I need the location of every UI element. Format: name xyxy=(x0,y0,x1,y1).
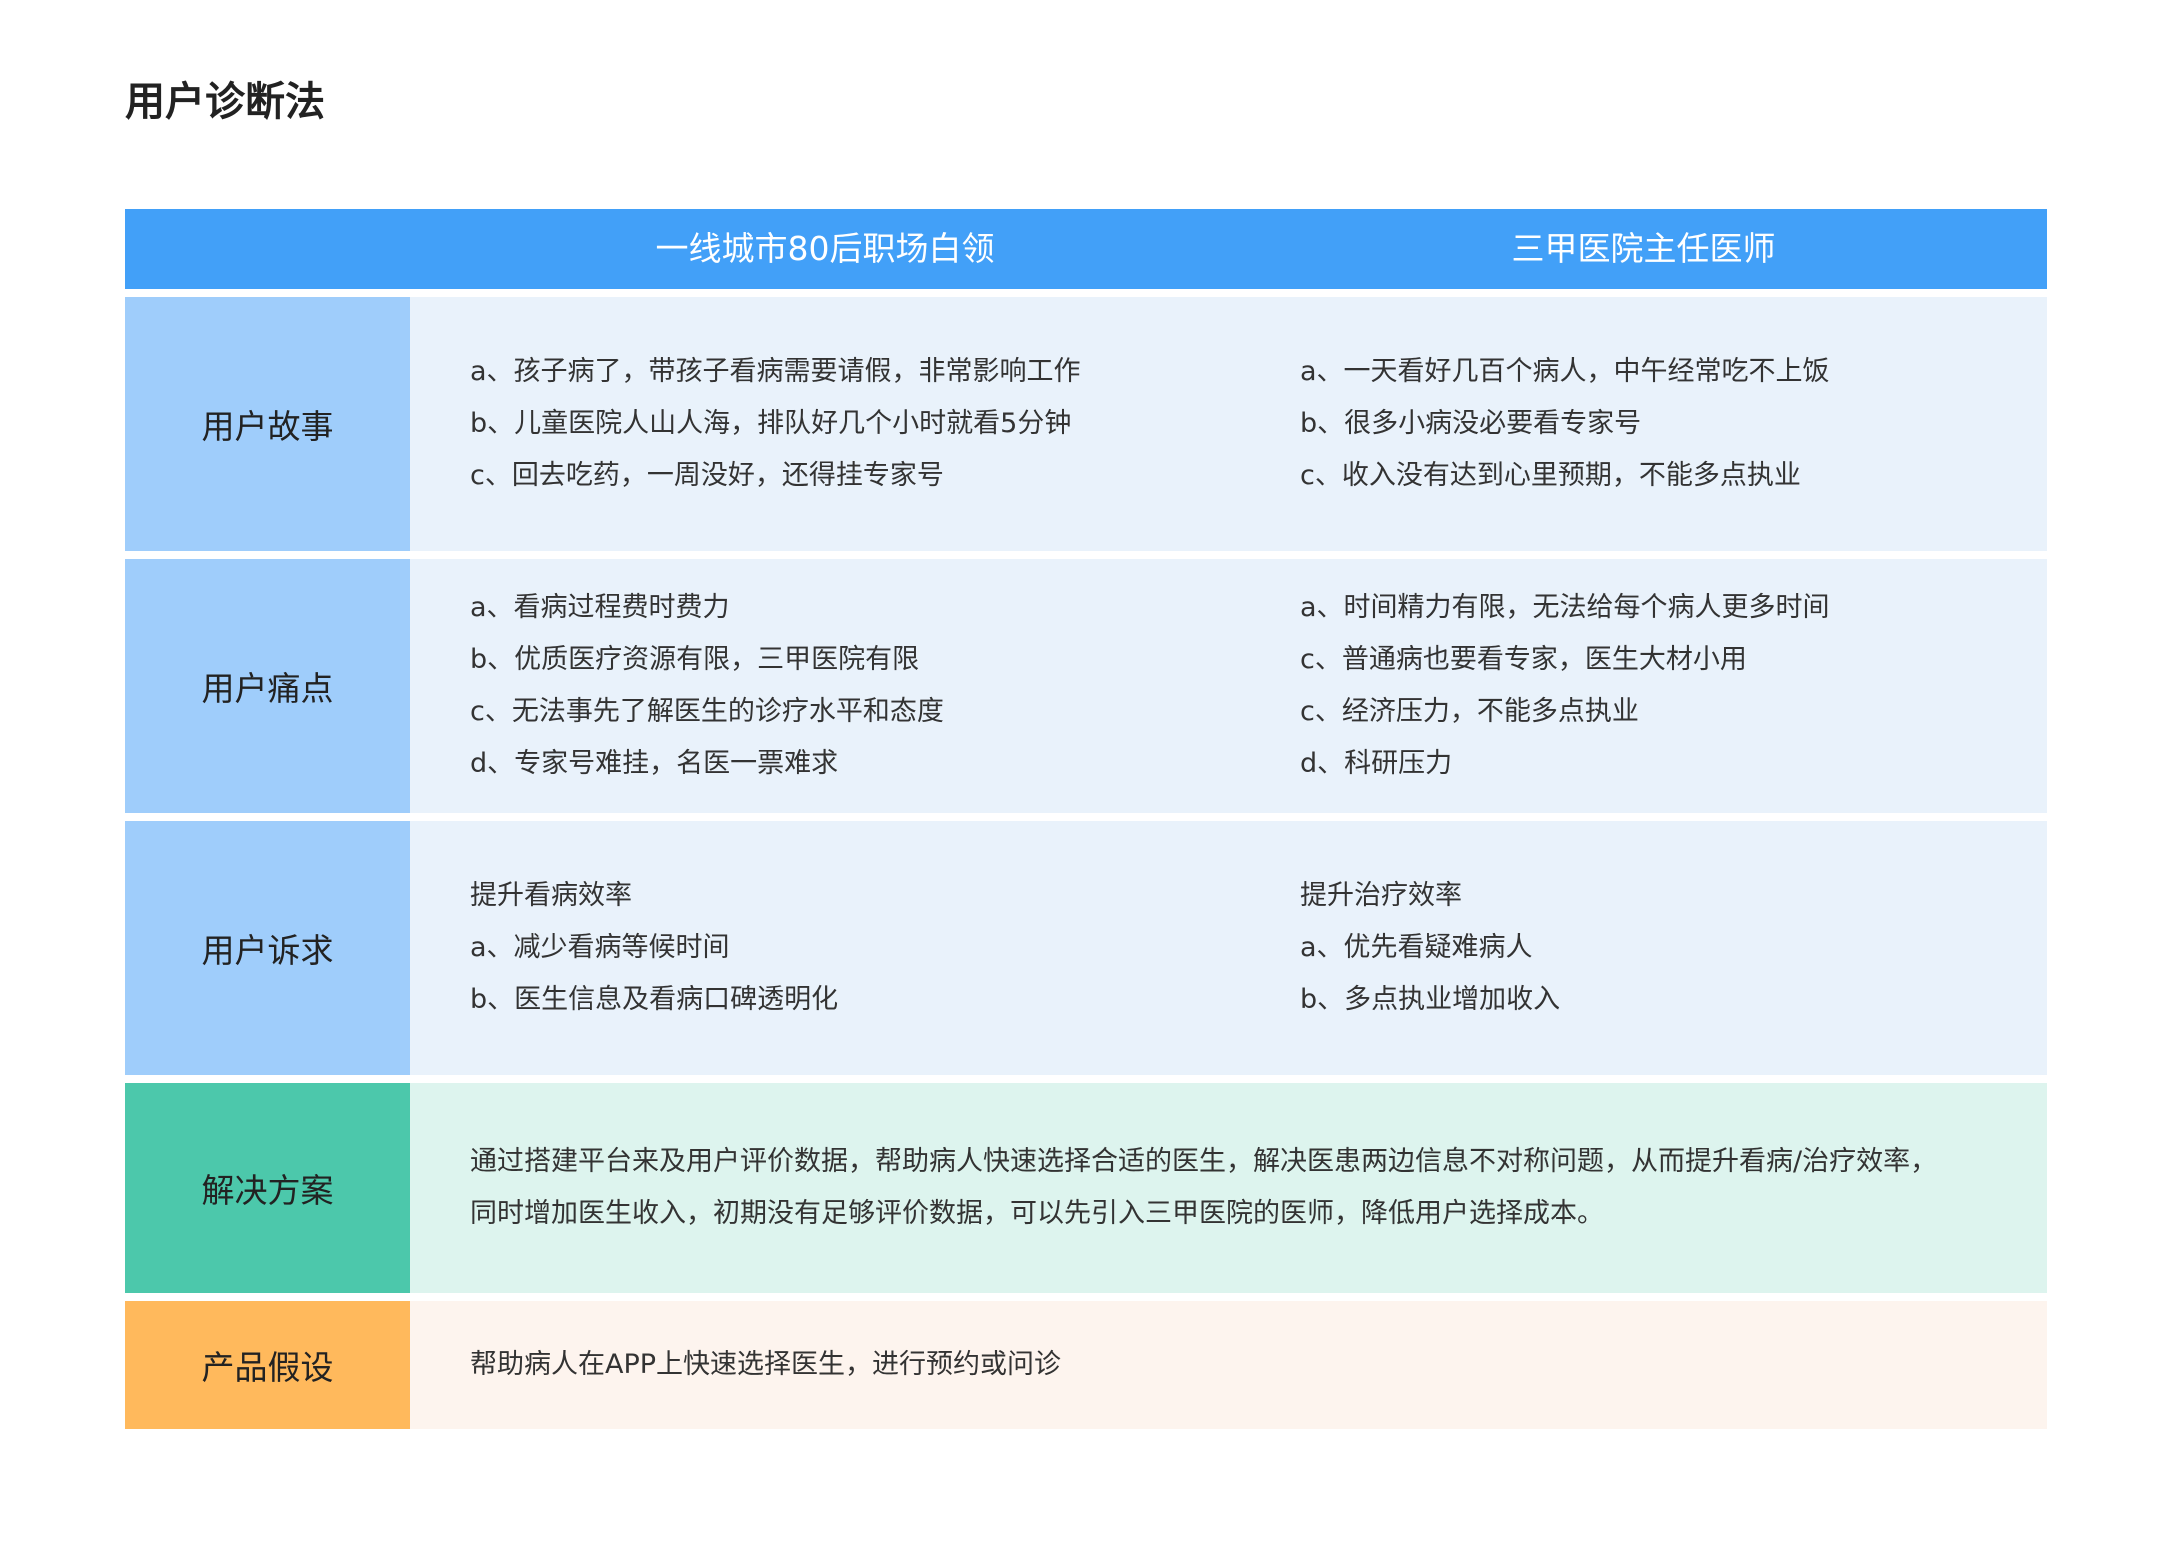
list-item: b、优质医疗资源有限，三甲医院有限 xyxy=(470,644,920,675)
list-item: a、优先看疑难病人 xyxy=(1300,932,1533,963)
row-content-solution: 通过搭建平台来及用户评价数据，帮助病人快速选择合适的医生，解决医患两边信息不对称… xyxy=(410,1083,2047,1293)
list-item: a、时间精力有限，无法给每个病人更多时间 xyxy=(1300,592,1830,623)
row-label-product-hypothesis: 产品假设 xyxy=(125,1301,410,1429)
list-item: a、减少看病等候时间 xyxy=(470,932,730,963)
list-item: 提升治疗效率 xyxy=(1300,880,1462,911)
header-col-doctor: 三甲医院主任医师 xyxy=(1511,229,1776,268)
list-item: b、医生信息及看病口碑透明化 xyxy=(470,984,839,1015)
row-label-user-story: 用户故事 xyxy=(125,297,410,551)
table-header: 一线城市80后职场白领 三甲医院主任医师 xyxy=(125,209,2047,289)
row-user-pain-points: 用户痛点 a、看病过程费时费力 b、优质医疗资源有限，三甲医院有限 c、无法事先… xyxy=(125,559,2047,813)
list-item: a、看病过程费时费力 xyxy=(470,592,730,623)
header-col-office-worker: 一线城市80后职场白领 xyxy=(655,229,995,268)
solution-text: 通过搭建平台来及用户评价数据，帮助病人快速选择合适的医生，解决医患两边信息不对称… xyxy=(470,1083,2007,1293)
list-item: d、科研压力 xyxy=(1300,748,1453,779)
pain-points-office-worker: a、看病过程费时费力 b、优质医疗资源有限，三甲医院有限 c、无法事先了解医生的… xyxy=(470,559,1230,813)
solution-line: 同时增加医生收入，初期没有足够评价数据，可以先引入三甲医院的医师，降低用户选择成… xyxy=(470,1198,1604,1229)
page-title: 用户诊断法 xyxy=(125,79,325,125)
list-item: c、回去吃药，一周没好，还得挂专家号 xyxy=(470,460,944,491)
list-item: 提升看病效率 xyxy=(470,880,632,911)
user-story-office-worker: a、孩子病了，带孩子看病需要请假，非常影响工作 b、儿童医院人山人海，排队好几个… xyxy=(470,297,1230,551)
hypothesis-line: 帮助病人在APP上快速选择医生，进行预约或问诊 xyxy=(470,1349,1062,1380)
list-item: a、孩子病了，带孩子看病需要请假，非常影响工作 xyxy=(470,356,1081,387)
row-label-solution: 解决方案 xyxy=(125,1083,410,1293)
row-label-user-needs: 用户诉求 xyxy=(125,821,410,1075)
row-content-user-pain-points: a、看病过程费时费力 b、优质医疗资源有限，三甲医院有限 c、无法事先了解医生的… xyxy=(410,559,2047,813)
diagnosis-table: 一线城市80后职场白领 三甲医院主任医师 用户故事 a、孩子病了，带孩子看病需要… xyxy=(125,209,2047,1429)
list-item: c、普通病也要看专家，医生大材小用 xyxy=(1300,644,1747,675)
list-item: d、专家号难挂，名医一票难求 xyxy=(470,748,839,779)
list-item: a、一天看好几百个病人，中午经常吃不上饭 xyxy=(1300,356,1830,387)
list-item: c、经济压力，不能多点执业 xyxy=(1300,696,1639,727)
list-item: b、很多小病没必要看专家号 xyxy=(1300,408,1642,439)
list-item: c、收入没有达到心里预期，不能多点执业 xyxy=(1300,460,1801,491)
row-solution: 解决方案 通过搭建平台来及用户评价数据，帮助病人快速选择合适的医生，解决医患两边… xyxy=(125,1083,2047,1293)
needs-office-worker: 提升看病效率 a、减少看病等候时间 b、医生信息及看病口碑透明化 xyxy=(470,821,1230,1075)
row-product-hypothesis: 产品假设 帮助病人在APP上快速选择医生，进行预约或问诊 xyxy=(125,1301,2047,1429)
row-content-product-hypothesis: 帮助病人在APP上快速选择医生，进行预约或问诊 xyxy=(410,1301,2047,1429)
list-item: b、儿童医院人山人海，排队好几个小时就看5分钟 xyxy=(470,408,1072,439)
user-story-doctor: a、一天看好几百个病人，中午经常吃不上饭 b、很多小病没必要看专家号 c、收入没… xyxy=(1300,297,2050,551)
solution-line: 通过搭建平台来及用户评价数据，帮助病人快速选择合适的医生，解决医患两边信息不对称… xyxy=(470,1146,1938,1177)
row-content-user-story: a、孩子病了，带孩子看病需要请假，非常影响工作 b、儿童医院人山人海，排队好几个… xyxy=(410,297,2047,551)
hypothesis-text: 帮助病人在APP上快速选择医生，进行预约或问诊 xyxy=(470,1301,2007,1429)
row-content-user-needs: 提升看病效率 a、减少看病等候时间 b、医生信息及看病口碑透明化 提升治疗效率 … xyxy=(410,821,2047,1075)
pain-points-doctor: a、时间精力有限，无法给每个病人更多时间 c、普通病也要看专家，医生大材小用 c… xyxy=(1300,559,2050,813)
needs-doctor: 提升治疗效率 a、优先看疑难病人 b、多点执业增加收入 xyxy=(1300,821,2050,1075)
list-item: c、无法事先了解医生的诊疗水平和态度 xyxy=(470,696,944,727)
row-user-needs: 用户诉求 提升看病效率 a、减少看病等候时间 b、医生信息及看病口碑透明化 提升… xyxy=(125,821,2047,1075)
row-user-story: 用户故事 a、孩子病了，带孩子看病需要请假，非常影响工作 b、儿童医院人山人海，… xyxy=(125,297,2047,551)
list-item: b、多点执业增加收入 xyxy=(1300,984,1561,1015)
row-label-user-pain-points: 用户痛点 xyxy=(125,559,410,813)
